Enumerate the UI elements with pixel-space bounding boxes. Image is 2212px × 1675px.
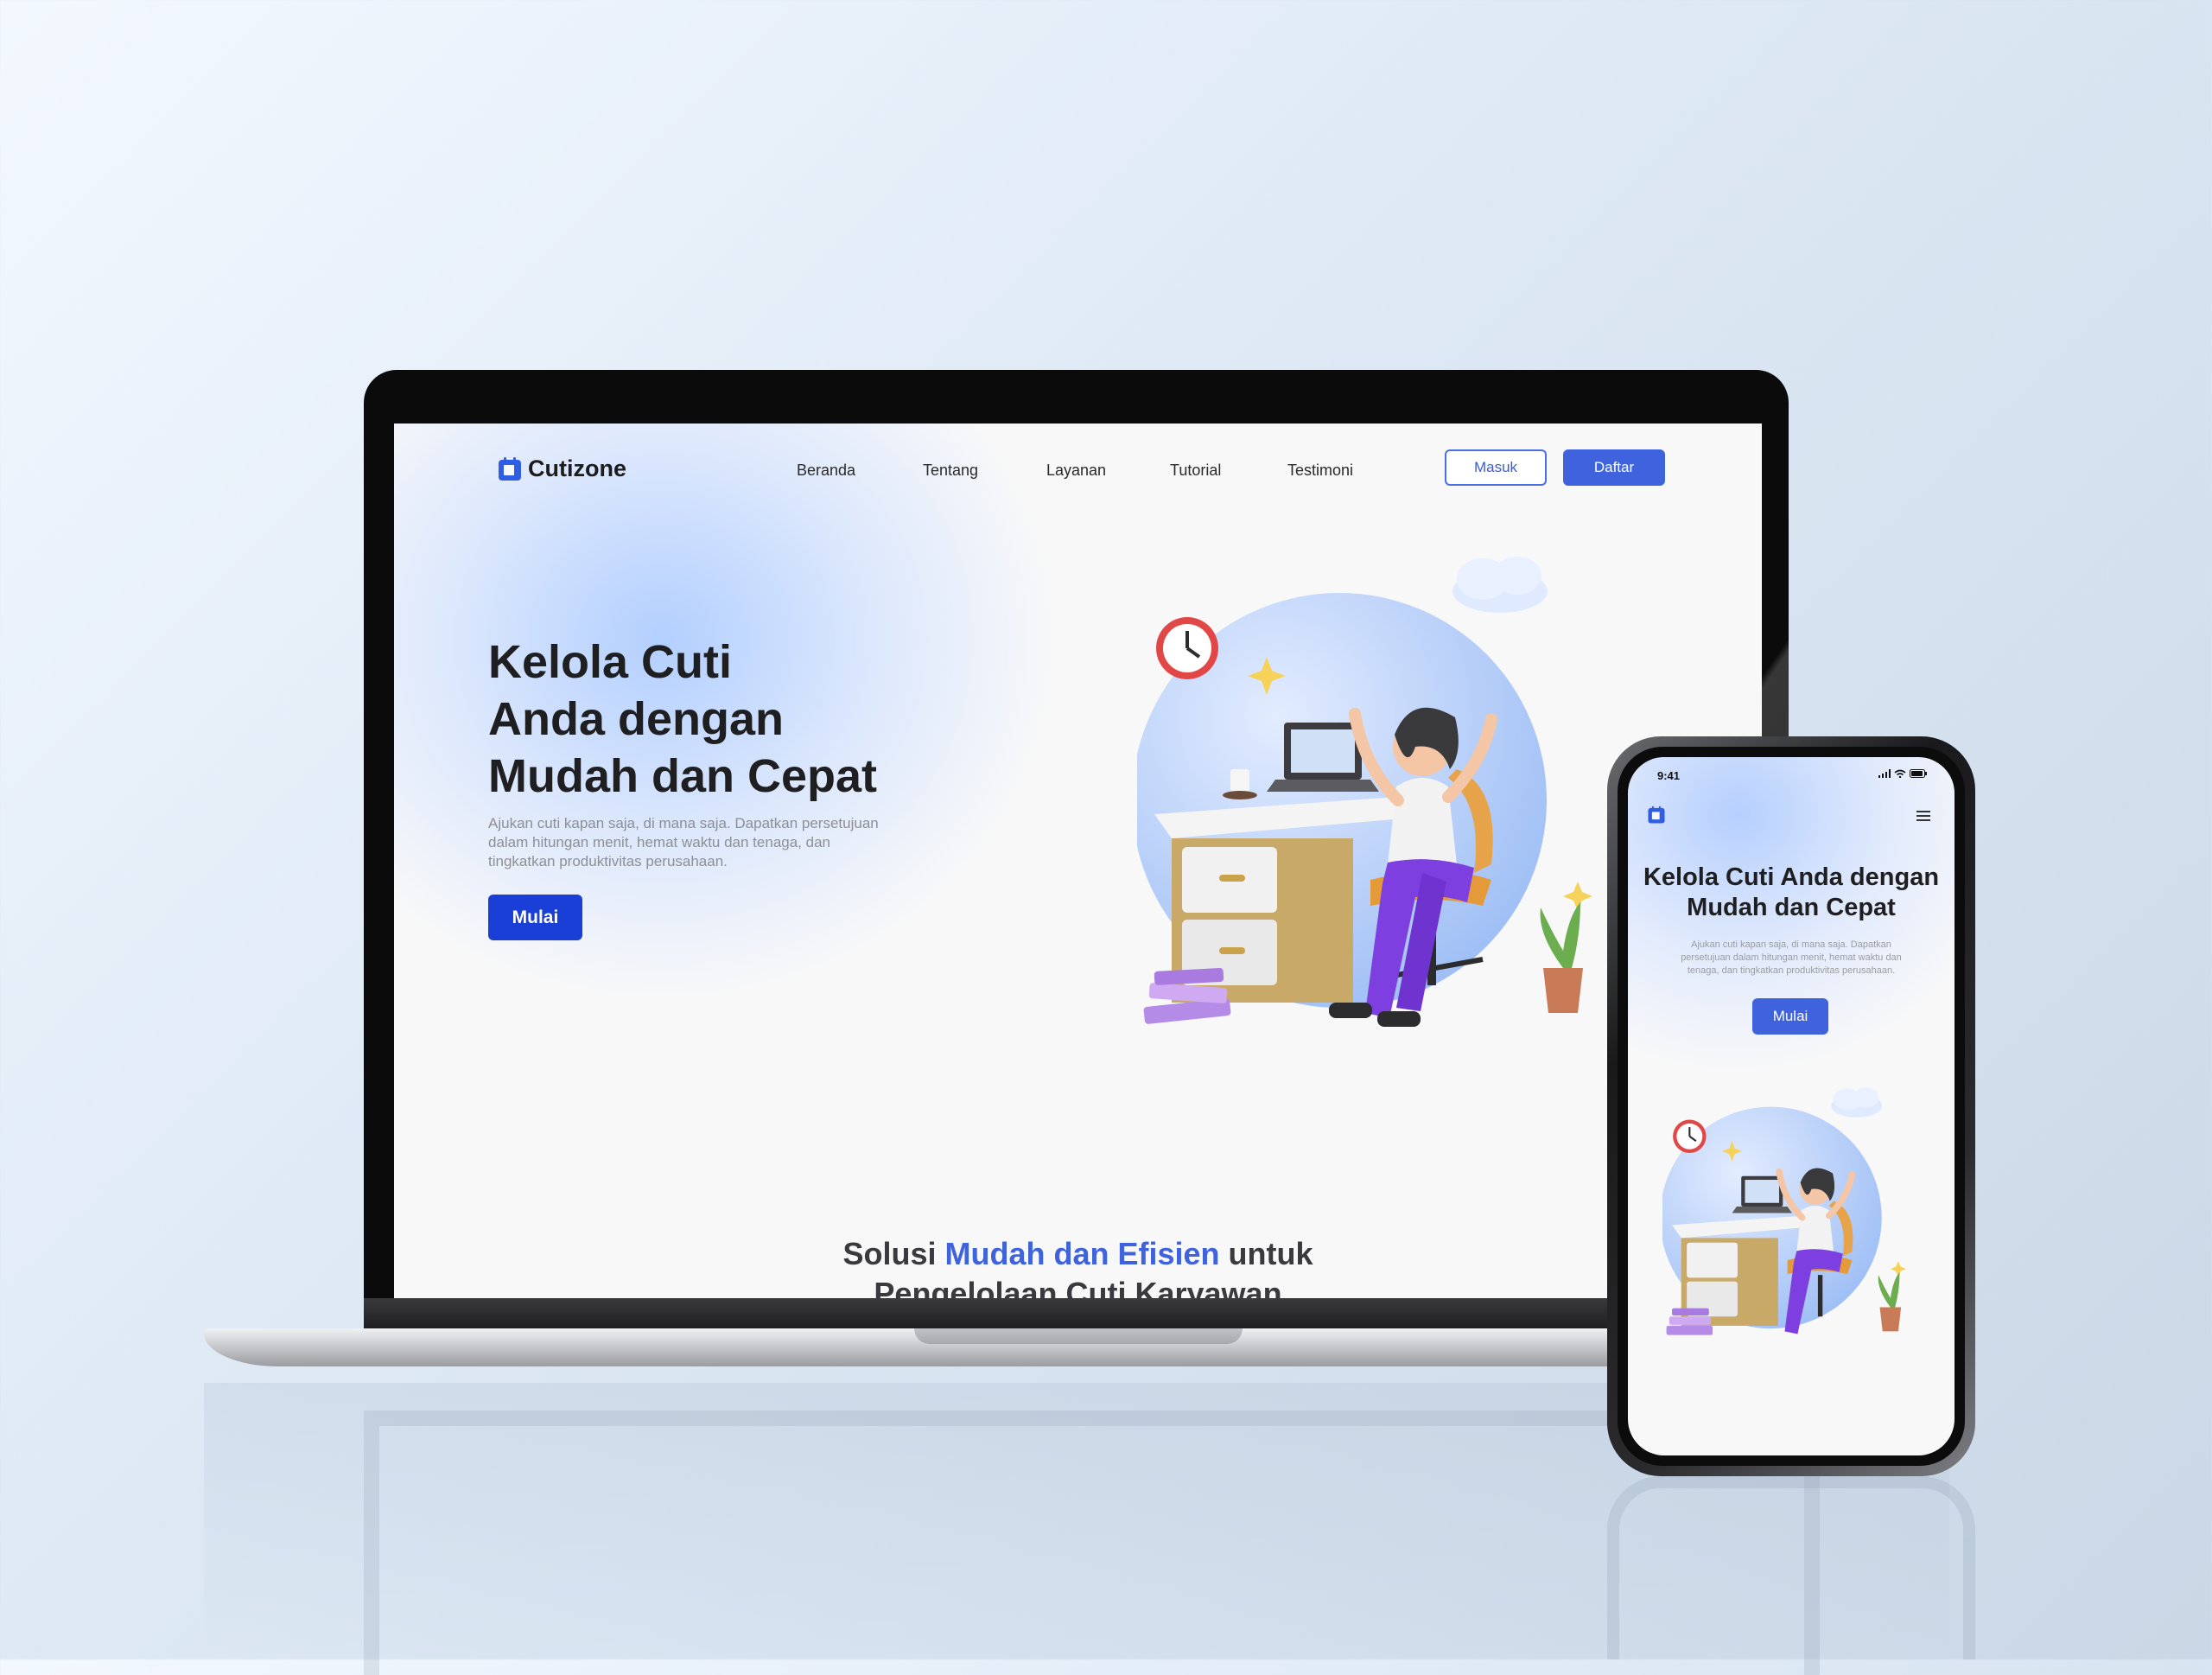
signal-icon: [1878, 769, 1891, 778]
hero-illustration: [1137, 557, 1592, 1027]
section-title-highlight: Mudah dan Efisien: [944, 1236, 1220, 1271]
hero-subtitle-line: tingkatkan produktivitas perusahaan.: [488, 853, 728, 869]
hero-subtitle-line: Ajukan cuti kapan saja, di mana saja. Da…: [488, 815, 879, 831]
status-icons: [1878, 769, 1927, 778]
hero-title: Kelola Cuti Anda dengan Mudah dan Cepat: [1628, 863, 1955, 923]
hero-subtitle: Ajukan cuti kapan saja, di mana saja. Da…: [488, 814, 920, 871]
laptop-notch: [914, 1328, 1243, 1344]
calendar-icon[interactable]: [1647, 806, 1666, 825]
cloud-icon: [1831, 1087, 1883, 1118]
status-time: 9:41: [1657, 769, 1681, 782]
hero-title-line: Anda dengan: [488, 693, 785, 745]
brand-logo[interactable]: Cutizone: [497, 455, 626, 482]
start-button[interactable]: Mulai: [1752, 998, 1828, 1035]
hero-subtitle-line: Ajukan cuti kapan saja, di mana saja. Da…: [1691, 939, 1891, 950]
hero-subtitle: Ajukan cuti kapan saja, di mana saja. Da…: [1657, 939, 1925, 978]
books-icon: [1143, 968, 1231, 1024]
section-title-line2: Pengelolaan Cuti Karyawan: [874, 1276, 1282, 1298]
clock-icon: [1673, 1119, 1707, 1154]
hero-title: Kelola Cuti Anda dengan Mudah dan Cepat: [488, 634, 972, 805]
clock-icon: [1156, 617, 1218, 679]
phone-screen: 9:41 Kelola Cuti Anda dengan Mudah dan C…: [1628, 757, 1955, 1455]
hero-title-line: Mudah dan Cepat: [1687, 894, 1896, 921]
plant-icon: [1540, 902, 1583, 1013]
laptop-hinge: [364, 1298, 1789, 1329]
phone-reflection: [1607, 1476, 1975, 1659]
nav-link-layanan[interactable]: Layanan: [1046, 462, 1106, 480]
hero-subtitle-line: tenaga, dan tingkatkan produktivitas per…: [1687, 965, 1896, 976]
hero-subtitle-line: persetujuan dalam hitungan menit, hemat …: [1681, 952, 1902, 963]
nav-link-tutorial[interactable]: Tutorial: [1170, 462, 1221, 480]
laptop-screen: Cutizone Beranda Tentang Layanan Tutoria…: [394, 424, 1762, 1298]
hero-subtitle-line: dalam hitungan menit, hemat waktu dan te…: [488, 834, 830, 850]
nav-link-tentang[interactable]: Tentang: [923, 462, 978, 480]
section-title-post: untuk: [1219, 1236, 1313, 1271]
battery-icon: [1910, 769, 1927, 778]
hamburger-menu-icon[interactable]: [1916, 811, 1930, 821]
hero-title-line: Mudah dan Cepat: [488, 750, 878, 802]
section-title-pre: Solusi: [842, 1236, 945, 1271]
calendar-icon: [499, 456, 521, 481]
hero-title-line: Kelola Cuti: [488, 636, 733, 688]
hero-illustration: [1662, 1087, 1907, 1335]
wifi-icon: [1894, 769, 1906, 778]
nav-link-beranda[interactable]: Beranda: [797, 462, 855, 480]
books-icon: [1666, 1308, 1713, 1335]
plant-icon: [1878, 1271, 1902, 1332]
start-button[interactable]: Mulai: [488, 895, 582, 940]
nav-link-testimoni[interactable]: Testimoni: [1287, 462, 1353, 480]
cloud-icon: [1452, 557, 1548, 613]
section-title: Solusi Mudah dan Efisien untuk Pengelola…: [394, 1234, 1762, 1298]
register-button[interactable]: Daftar: [1563, 449, 1665, 486]
login-button[interactable]: Masuk: [1445, 449, 1547, 486]
brand-name: Cutizone: [528, 455, 626, 481]
hero-title-line: Kelola Cuti Anda dengan: [1643, 863, 1940, 891]
laptop-screen-reflection: [364, 1411, 1820, 1675]
